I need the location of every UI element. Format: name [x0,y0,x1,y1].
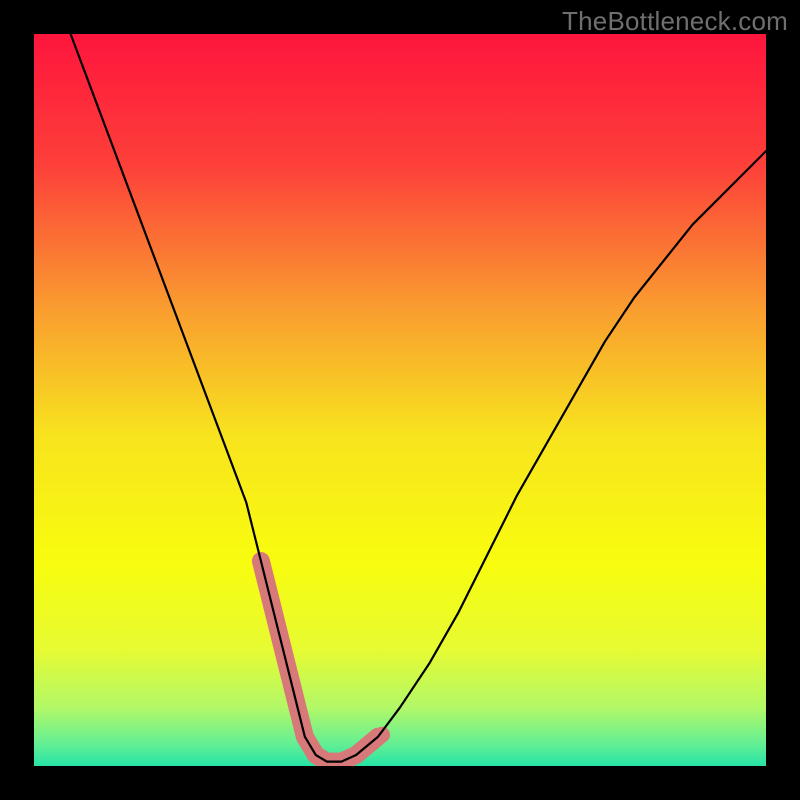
chart-frame: TheBottleneck.com [0,0,800,800]
watermark-text: TheBottleneck.com [562,6,788,37]
chart-svg [34,34,766,766]
gradient-background [34,34,766,766]
plot-area [34,34,766,766]
highlight-end-marker [374,727,390,743]
